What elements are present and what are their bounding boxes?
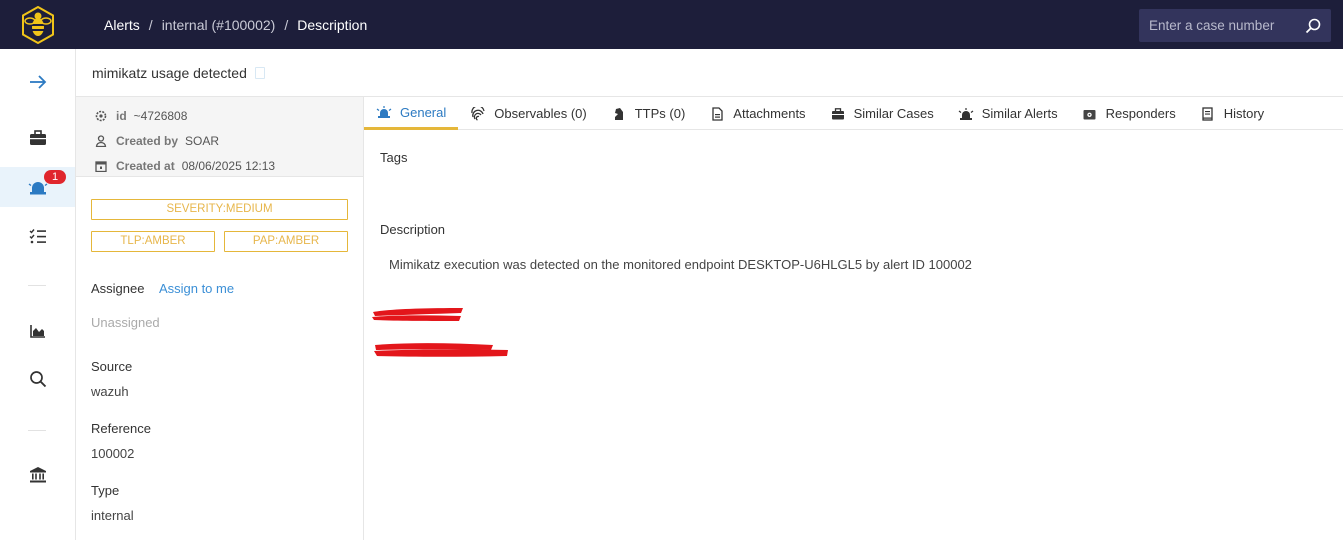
tab-similar-alerts-label: Similar Alerts — [981, 106, 1058, 121]
case-search — [1139, 9, 1331, 42]
thehive-logo[interactable] — [0, 0, 76, 49]
tab-responders[interactable]: Responders — [1070, 97, 1188, 130]
nav-tasks[interactable] — [0, 216, 75, 256]
general-tab-content: Tags Description Mimikatz execution was … — [380, 130, 1330, 272]
redaction-mark — [372, 308, 463, 321]
alert-tags: SEVERITY:MEDIUM TLP:AMBER PAP:AMBER — [76, 177, 363, 252]
breadcrumb: Alerts / internal (#100002) / Descriptio… — [104, 17, 367, 33]
alert-tabs: General Observables (0) TTPs (0) Attachm… — [364, 97, 1343, 130]
alert-details-panel: id ~4726808 Created by SOAR Created at 0… — [76, 97, 364, 540]
nav-search[interactable] — [0, 359, 75, 399]
arrow-right-icon — [29, 75, 46, 89]
top-bar: Alerts / internal (#100002) / Descriptio… — [0, 0, 1343, 49]
calendar-icon — [94, 159, 108, 173]
siren-icon — [958, 107, 974, 121]
tags-label: Tags — [380, 150, 408, 165]
nav-organisation[interactable] — [0, 455, 75, 495]
description-text: Mimikatz execution was detected on the m… — [389, 257, 972, 272]
meta-id-value: ~4726808 — [133, 108, 188, 123]
source-label: Source — [91, 359, 133, 374]
meta-created-at: Created at 08/06/2025 12:13 — [94, 153, 363, 178]
type-field: Type internal — [76, 483, 363, 523]
book-icon — [1200, 106, 1216, 121]
user-icon — [94, 134, 108, 148]
pap-tag[interactable]: PAP:AMBER — [224, 231, 348, 252]
nav-alerts[interactable]: 1 — [0, 167, 75, 207]
alert-title: mimikatz usage detected — [92, 64, 247, 81]
chess-knight-icon — [611, 107, 627, 121]
fingerprint-icon — [470, 106, 486, 121]
alert-siren-icon — [28, 182, 47, 195]
nav-divider — [28, 285, 46, 286]
tab-similar-cases-label: Similar Cases — [853, 106, 934, 121]
search-icon — [29, 371, 46, 388]
tasks-list-icon — [29, 229, 46, 244]
nav-dashboards[interactable] — [0, 311, 75, 351]
assignee-value: Unassigned — [91, 315, 160, 330]
tab-history[interactable]: History — [1188, 97, 1276, 130]
briefcase-icon — [830, 107, 846, 121]
description-label: Description — [380, 222, 446, 237]
meta-id-label: id — [116, 108, 127, 123]
tab-general[interactable]: General — [364, 97, 459, 130]
tab-observables-label: Observables (0) — [494, 106, 587, 121]
meta-created-at-value: 08/06/2025 12:13 — [181, 158, 276, 173]
bee-logo-icon — [22, 5, 54, 44]
type-value: internal — [91, 508, 134, 523]
siren-icon — [376, 105, 392, 119]
breadcrumb-alert[interactable]: internal (#100002) — [162, 17, 276, 33]
left-nav: 1 — [0, 49, 76, 540]
case-search-input[interactable] — [1149, 18, 1299, 33]
alerts-count-badge: 1 — [44, 170, 66, 184]
redaction-mark — [374, 343, 508, 357]
cog-icon — [94, 109, 108, 123]
source-field: Source wazuh — [76, 359, 363, 399]
dashboard-chart-icon — [29, 325, 45, 338]
nav-divider — [28, 430, 46, 431]
assign-to-me-link[interactable]: Assign to me — [159, 281, 234, 296]
tab-observables[interactable]: Observables (0) — [458, 97, 598, 130]
copy-icon[interactable] — [254, 66, 265, 79]
reference-field: Reference 100002 — [76, 421, 363, 461]
search-icon[interactable] — [1305, 18, 1321, 34]
cog-box-icon — [1082, 107, 1098, 121]
tab-attachments[interactable]: Attachments — [697, 97, 817, 130]
tab-history-label: History — [1223, 106, 1265, 121]
type-label: Type — [91, 483, 120, 498]
nav-cases[interactable] — [0, 118, 75, 158]
meta-created-by-label: Created by — [116, 133, 179, 148]
tab-responders-label: Responders — [1105, 106, 1176, 121]
file-icon — [709, 106, 725, 121]
briefcase-icon — [29, 130, 46, 145]
severity-tag[interactable]: SEVERITY:MEDIUM — [91, 199, 348, 220]
tab-attachments-label: Attachments — [733, 106, 806, 121]
tab-similar-alerts[interactable]: Similar Alerts — [946, 97, 1070, 130]
tab-ttps[interactable]: TTPs (0) — [599, 97, 698, 130]
assignee-field: Assignee Assign to me Unassigned — [76, 280, 363, 330]
breadcrumb-separator: / — [284, 16, 289, 33]
alert-meta: id ~4726808 Created by SOAR Created at 0… — [76, 97, 363, 177]
breadcrumb-separator: / — [148, 16, 153, 33]
nav-expand[interactable] — [0, 62, 75, 102]
meta-id: id ~4726808 — [94, 103, 363, 128]
meta-created-by-value: SOAR — [185, 133, 220, 148]
tab-similar-cases[interactable]: Similar Cases — [818, 97, 946, 130]
reference-value: 100002 — [91, 446, 135, 461]
meta-created-at-label: Created at — [116, 158, 175, 173]
tab-general-label: General — [400, 104, 447, 120]
tab-ttps-label: TTPs (0) — [634, 106, 686, 121]
assignee-label: Assignee — [91, 281, 145, 296]
source-value: wazuh — [91, 384, 129, 399]
meta-created-by: Created by SOAR — [94, 128, 363, 153]
alert-title-bar: mimikatz usage detected — [76, 49, 1343, 97]
breadcrumb-current: Description — [297, 16, 368, 33]
tlp-tag[interactable]: TLP:AMBER — [91, 231, 215, 252]
reference-label: Reference — [91, 421, 151, 436]
breadcrumb-alerts[interactable]: Alerts — [104, 17, 140, 33]
bank-icon — [29, 467, 46, 483]
